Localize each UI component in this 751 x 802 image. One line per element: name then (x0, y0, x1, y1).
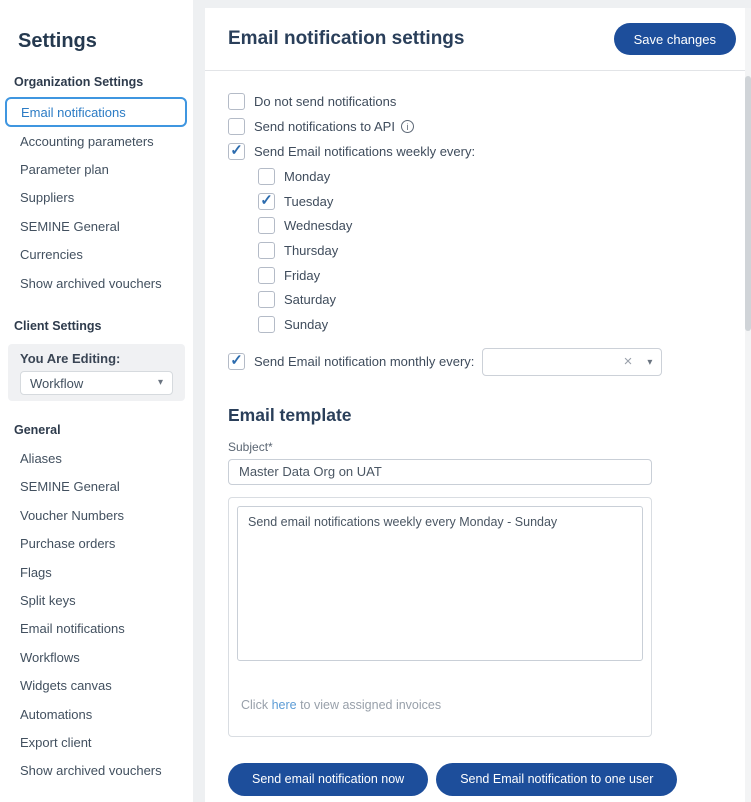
send-monthly-checkbox[interactable]: ✓ (228, 353, 245, 370)
weekday-tuesday[interactable]: ✓ Tuesday (258, 189, 745, 214)
section-header-client-settings: Client Settings (0, 312, 193, 340)
editing-target-select[interactable]: Workflow ▾ (20, 371, 173, 395)
weekday-friday[interactable]: ✓ Friday (258, 263, 745, 288)
view-assigned-invoices-link[interactable]: here (272, 698, 297, 712)
option-label: Send Email notification monthly every: (254, 354, 474, 369)
settings-sidebar: Settings Organization Settings Email not… (0, 0, 193, 802)
sidebar-item-split-keys[interactable]: Split keys (0, 586, 193, 614)
weekday-thursday[interactable]: ✓ Thursday (258, 238, 745, 263)
assigned-invoices-line: Click here to view assigned invoices (237, 698, 643, 712)
monday-checkbox[interactable]: ✓ (258, 168, 275, 185)
weekday-label: Friday (284, 268, 320, 283)
monthly-day-select[interactable]: × ▾ (482, 348, 662, 376)
tuesday-checkbox[interactable]: ✓ (258, 193, 275, 210)
sunday-checkbox[interactable]: ✓ (258, 316, 275, 333)
option-label: Do not send notifications (254, 94, 396, 109)
weekday-sunday[interactable]: ✓ Sunday (258, 312, 745, 337)
check-icon: ✓ (230, 143, 243, 158)
sidebar-item-automations[interactable]: Automations (0, 700, 193, 728)
sidebar-item-aliases[interactable]: Aliases (0, 444, 193, 472)
panel-content: ✓ Do not send notifications ✓ Send notif… (205, 71, 745, 796)
send-email-notification-to-one-user-button[interactable]: Send Email notification to one user (436, 763, 677, 796)
page-title: Email notification settings (228, 28, 464, 50)
sidebar-item-workflows[interactable]: Workflows (0, 643, 193, 671)
weekday-saturday[interactable]: ✓ Saturday (258, 287, 745, 312)
sidebar-item-label: Email notifications (21, 105, 126, 120)
saturday-checkbox[interactable]: ✓ (258, 291, 275, 308)
do-not-send-checkbox[interactable]: ✓ (228, 93, 245, 110)
weekday-label: Monday (284, 169, 330, 184)
editing-target-value: Workflow (30, 376, 83, 391)
assigned-suffix: to view assigned invoices (297, 698, 442, 712)
email-notification-settings-panel: Email notification settings Save changes… (205, 8, 745, 802)
vertical-scrollbar[interactable] (745, 8, 751, 802)
weekday-label: Tuesday (284, 194, 333, 209)
option-send-notifications-to-api[interactable]: ✓ Send notifications to API i (228, 114, 745, 139)
footer-buttons: Send email notification now Send Email n… (228, 763, 745, 796)
sidebar-item-currencies[interactable]: Currencies (0, 241, 193, 269)
sidebar-item-accounting-parameters[interactable]: Accounting parameters (0, 127, 193, 155)
sidebar-item-email-notifications[interactable]: Email notifications (5, 97, 187, 127)
sidebar-item-parameter-plan[interactable]: Parameter plan (0, 155, 193, 183)
email-template-heading: Email template (228, 405, 745, 426)
scrollbar-thumb[interactable] (745, 76, 751, 331)
info-icon[interactable]: i (401, 120, 414, 133)
clear-icon[interactable]: × (624, 354, 633, 369)
email-body-textarea[interactable]: Send email notifications weekly every Mo… (237, 506, 643, 661)
friday-checkbox[interactable]: ✓ (258, 267, 275, 284)
sidebar-item-widgets-canvas[interactable]: Widgets canvas (0, 671, 193, 699)
assigned-prefix: Click (241, 698, 272, 712)
weekday-label: Wednesday (284, 218, 352, 233)
option-send-monthly[interactable]: ✓ Send Email notification monthly every:… (228, 345, 745, 379)
weekday-wednesday[interactable]: ✓ Wednesday (258, 213, 745, 238)
sidebar-title: Settings (0, 0, 193, 53)
email-body-card: Send email notifications weekly every Mo… (228, 497, 652, 737)
sidebar-item-purchase-orders[interactable]: Purchase orders (0, 530, 193, 558)
option-send-weekly[interactable]: ✓ Send Email notifications weekly every: (228, 139, 745, 164)
save-changes-button[interactable]: Save changes (614, 23, 736, 55)
option-label: Send notifications to API (254, 119, 395, 134)
you-are-editing-label: You Are Editing: (20, 351, 173, 366)
send-weekly-checkbox[interactable]: ✓ (228, 143, 245, 160)
weekday-label: Sunday (284, 317, 328, 332)
option-do-not-send-notifications[interactable]: ✓ Do not send notifications (228, 89, 745, 114)
sidebar-item-export-client[interactable]: Export client (0, 728, 193, 756)
you-are-editing-box: You Are Editing: Workflow ▾ (8, 344, 185, 401)
sidebar-item-show-archived-vouchers-client[interactable]: Show archived vouchers (0, 757, 193, 785)
sidebar-item-flags[interactable]: Flags (0, 558, 193, 586)
send-email-notification-now-button[interactable]: Send email notification now (228, 763, 428, 796)
chevron-down-icon: ▾ (158, 378, 163, 388)
check-icon: ✓ (230, 353, 243, 368)
check-icon: ✓ (260, 193, 273, 208)
section-header-general: General (0, 416, 193, 444)
wednesday-checkbox[interactable]: ✓ (258, 217, 275, 234)
sidebar-item-email-notifications-client[interactable]: Email notifications (0, 615, 193, 643)
sidebar-item-show-archived-vouchers[interactable]: Show archived vouchers (0, 269, 193, 297)
section-header-organization-settings: Organization Settings (0, 68, 193, 96)
thursday-checkbox[interactable]: ✓ (258, 242, 275, 259)
send-to-api-checkbox[interactable]: ✓ (228, 118, 245, 135)
weekday-list: ✓ Monday ✓ Tuesday ✓ Wednesday ✓ Thursda… (258, 164, 745, 337)
weekday-label: Thursday (284, 243, 338, 258)
weekday-label: Saturday (284, 292, 336, 307)
option-label: Send Email notifications weekly every: (254, 144, 475, 159)
subject-input[interactable] (228, 459, 652, 485)
sidebar-item-semine-general-client[interactable]: SEMINE General (0, 473, 193, 501)
panel-header: Email notification settings Save changes (205, 8, 745, 71)
sidebar-item-semine-general[interactable]: SEMINE General (0, 212, 193, 240)
sidebar-item-suppliers[interactable]: Suppliers (0, 184, 193, 212)
sidebar-item-voucher-numbers[interactable]: Voucher Numbers (0, 501, 193, 529)
weekday-monday[interactable]: ✓ Monday (258, 164, 745, 189)
subject-label: Subject* (228, 440, 745, 454)
chevron-down-icon[interactable]: ▾ (647, 358, 652, 368)
